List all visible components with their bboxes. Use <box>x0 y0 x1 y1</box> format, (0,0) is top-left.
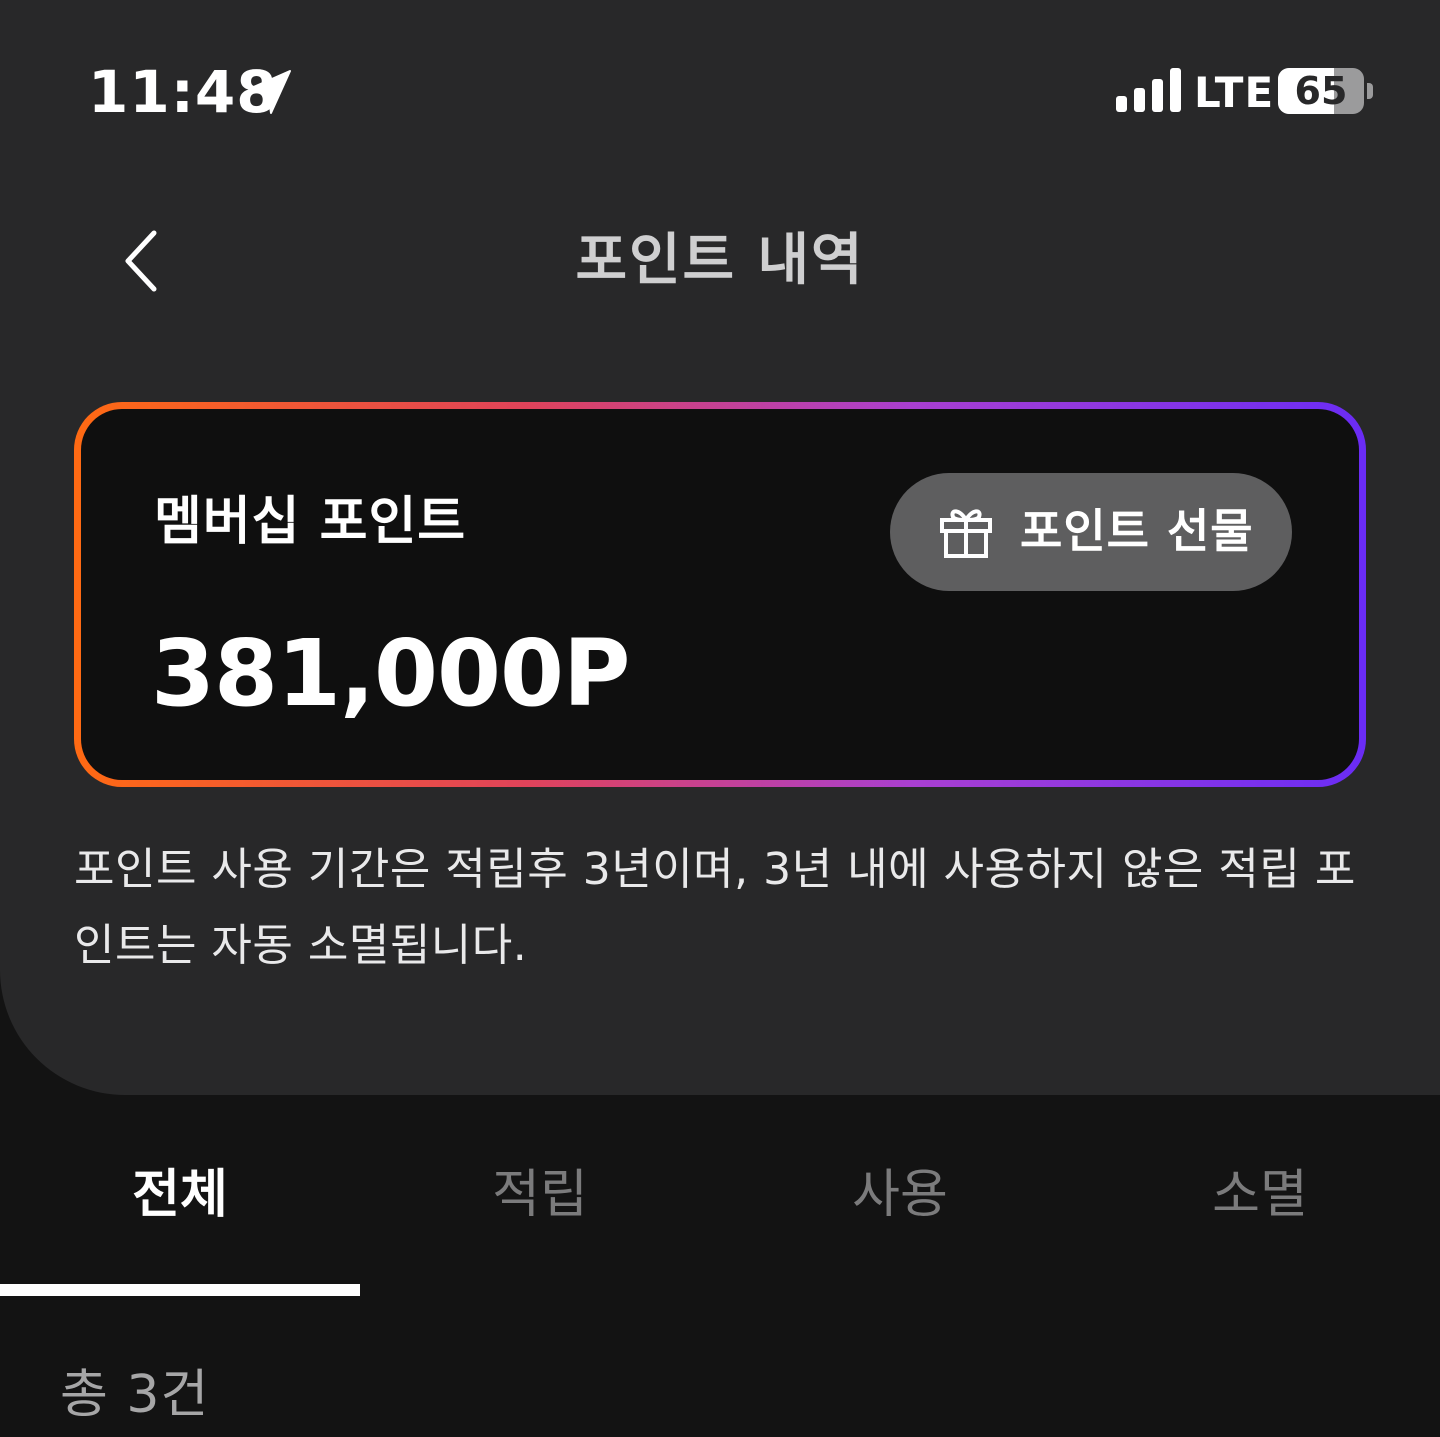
filter-tabs: 전체 적립 사용 소멸 <box>0 1140 1440 1290</box>
network-type: LTE <box>1194 68 1275 117</box>
gift-points-button[interactable]: 포인트 선물 <box>890 473 1292 591</box>
points-card: 멤버십 포인트 381,000P 포인트 선물 <box>81 409 1359 780</box>
points-balance: 381,000P <box>151 620 630 727</box>
active-tab-indicator <box>0 1284 360 1296</box>
status-bar: 11:48 LTE 65 <box>0 0 1440 190</box>
tab-used[interactable]: 사용 <box>720 1140 1080 1290</box>
battery-body: 65 <box>1278 68 1364 114</box>
gift-points-label: 포인트 선물 <box>1020 504 1254 558</box>
membership-points-label: 멤버십 포인트 <box>154 492 467 552</box>
back-button[interactable] <box>110 226 170 296</box>
gift-icon <box>940 509 992 558</box>
page-title: 포인트 내역 <box>575 228 865 293</box>
cellular-signal-icon <box>1116 68 1181 112</box>
battery-percent: 65 <box>1294 69 1348 113</box>
battery-cap <box>1367 83 1373 99</box>
chevron-left-icon <box>125 230 157 292</box>
points-history-screen: 11:48 LTE 65 포인트 내역 멤버십 포인트 381,000P 포인트… <box>0 0 1440 1437</box>
points-card-border: 멤버십 포인트 381,000P 포인트 선물 <box>74 402 1366 787</box>
total-count: 총 3건 <box>60 1365 210 1425</box>
tab-expired[interactable]: 소멸 <box>1080 1140 1440 1290</box>
tab-all[interactable]: 전체 <box>0 1140 360 1290</box>
location-arrow-icon <box>248 70 291 114</box>
tab-earned[interactable]: 적립 <box>360 1140 720 1290</box>
battery-indicator: 65 <box>1278 68 1374 114</box>
points-expiry-notice: 포인트 사용 기간은 적립후 3년이며, 3년 내에 사용하지 않은 적립 포인… <box>74 844 1356 971</box>
